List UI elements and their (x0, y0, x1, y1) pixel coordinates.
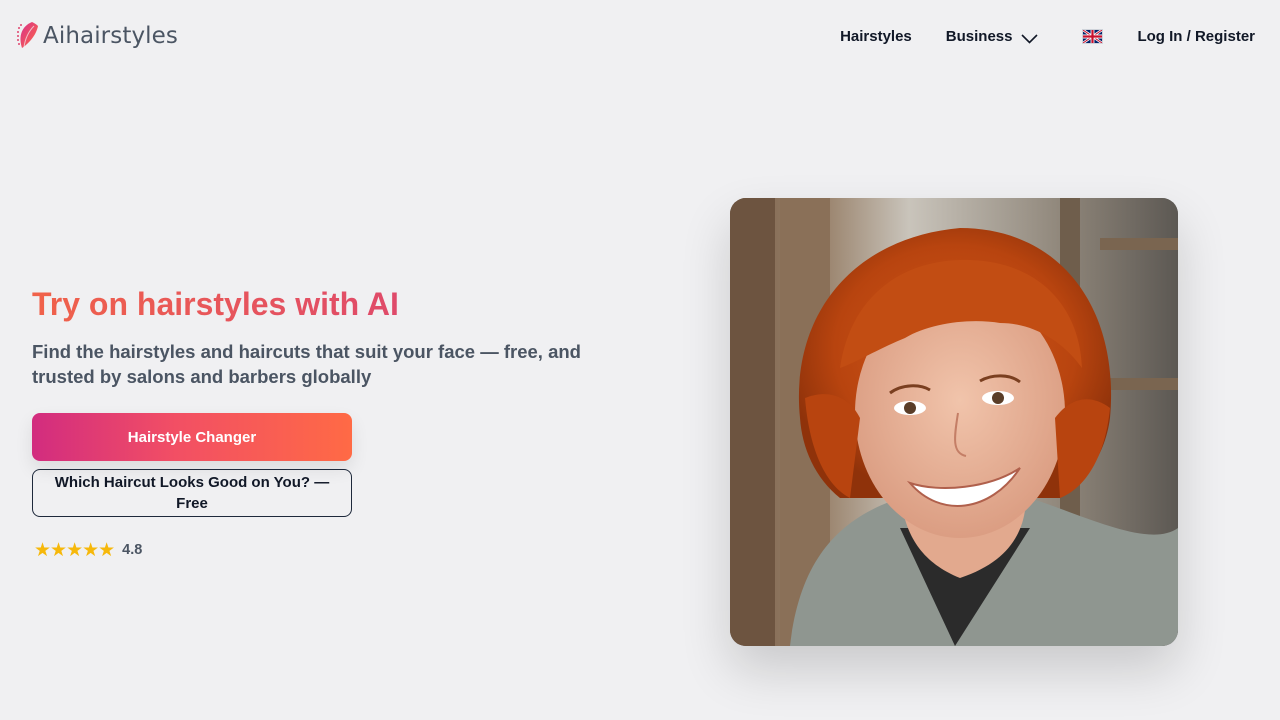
brand-name: Aihairstyles (43, 23, 178, 49)
woman-red-bob-haircut-photo (730, 198, 1178, 646)
star-rating-icons: ★★★★★ (34, 539, 115, 561)
login-register-link[interactable]: Log In / Register (1137, 28, 1255, 45)
main-nav: Hairstyles Business Log In / Register (840, 24, 1255, 48)
rating-value: 4.8 (122, 542, 143, 558)
haircut-quiz-button[interactable]: Which Haircut Looks Good on You? — Free (32, 469, 352, 517)
hero-photo (730, 198, 1178, 646)
nav-business-dropdown[interactable]: Business (946, 28, 1039, 45)
hero-subtitle: Find the hairstyles and haircuts that su… (32, 341, 581, 387)
page: Aihairstyles Hairstyles Business Log In (0, 0, 1280, 720)
chevron-down-icon (1021, 31, 1039, 44)
nav-business-label: Business (945, 27, 1013, 45)
leaf-hair-logo-icon (16, 20, 42, 52)
nav-hairstyles-link[interactable]: Hairstyles (840, 28, 912, 45)
site-header: Aihairstyles Hairstyles Business Log In (0, 0, 1280, 72)
rating: ★★★★★ 4.8 (34, 538, 142, 562)
uk-flag-icon[interactable] (1082, 28, 1104, 44)
hairstyle-changer-button[interactable]: Hairstyle Changer (32, 413, 352, 461)
hero-title: Try on hairstyles with AI (32, 286, 399, 322)
brand-logo-link[interactable]: Aihairstyles (16, 18, 178, 54)
